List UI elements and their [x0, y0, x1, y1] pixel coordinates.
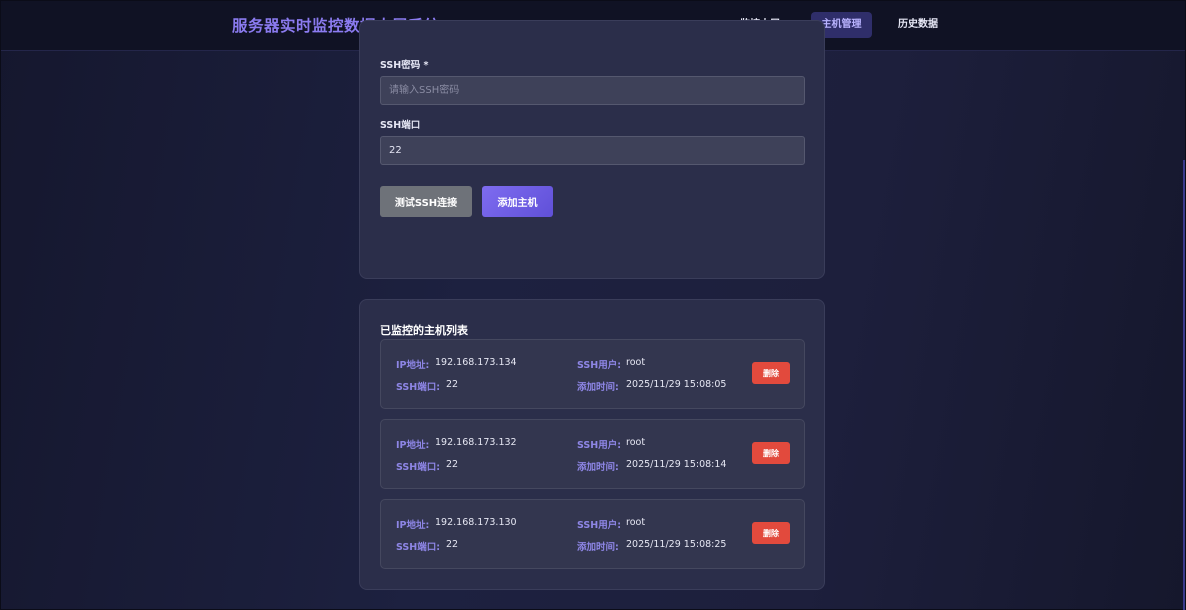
ip-value: 192.168.173.134: [435, 357, 517, 368]
nav-history-data[interactable]: 历史数据: [894, 12, 942, 38]
add-host-button[interactable]: 添加主机: [482, 186, 553, 217]
added-time-value: 2025/11/29 15:08:05: [626, 379, 727, 390]
ssh-port-value: 22: [446, 539, 459, 550]
added-time-label: 添加时间:: [577, 382, 619, 393]
ip-value: 192.168.173.132: [435, 437, 517, 448]
ssh-user-label: SSH用户:: [577, 520, 622, 531]
ssh-user-value: root: [626, 437, 646, 448]
delete-host-button[interactable]: 删除: [752, 362, 790, 384]
ip-label: IP地址:: [396, 520, 430, 531]
ssh-password-input[interactable]: [380, 76, 805, 105]
ssh-user-value: root: [626, 357, 646, 368]
scrollbar-track[interactable]: [1183, 160, 1185, 610]
ssh-port-label: SSH端口:: [396, 382, 441, 393]
added-time-value: 2025/11/29 15:08:25: [626, 539, 727, 550]
added-time-label: 添加时间:: [577, 542, 619, 553]
added-time-value: 2025/11/29 15:08:14: [626, 459, 727, 470]
ip-value: 192.168.173.130: [435, 517, 517, 528]
host-list-title: 已监控的主机列表: [380, 324, 468, 337]
host-item: IP地址: 192.168.173.130 SSH用户: root SSH端口:…: [380, 499, 805, 569]
host-item: IP地址: 192.168.173.134 SSH用户: root SSH端口:…: [380, 339, 805, 409]
ssh-port-label: SSH端口: [380, 120, 421, 131]
host-item: IP地址: 192.168.173.132 SSH用户: root SSH端口:…: [380, 419, 805, 489]
delete-host-button[interactable]: 删除: [752, 522, 790, 544]
ssh-port-value: 22: [446, 379, 459, 390]
delete-host-button[interactable]: 删除: [752, 442, 790, 464]
ssh-port-value: 22: [446, 459, 459, 470]
ip-label: IP地址:: [396, 440, 430, 451]
ip-label: IP地址:: [396, 360, 430, 371]
test-ssh-connection-button[interactable]: 测试SSH连接: [380, 186, 472, 217]
ssh-port-label: SSH端口:: [396, 462, 441, 473]
ssh-user-label: SSH用户:: [577, 360, 622, 371]
added-time-label: 添加时间:: [577, 462, 619, 473]
ssh-user-label: SSH用户:: [577, 440, 622, 451]
ssh-user-value: root: [626, 517, 646, 528]
ssh-port-input[interactable]: [380, 136, 805, 165]
ssh-password-label: SSH密码 *: [380, 60, 429, 71]
ssh-port-label: SSH端口:: [396, 542, 441, 553]
